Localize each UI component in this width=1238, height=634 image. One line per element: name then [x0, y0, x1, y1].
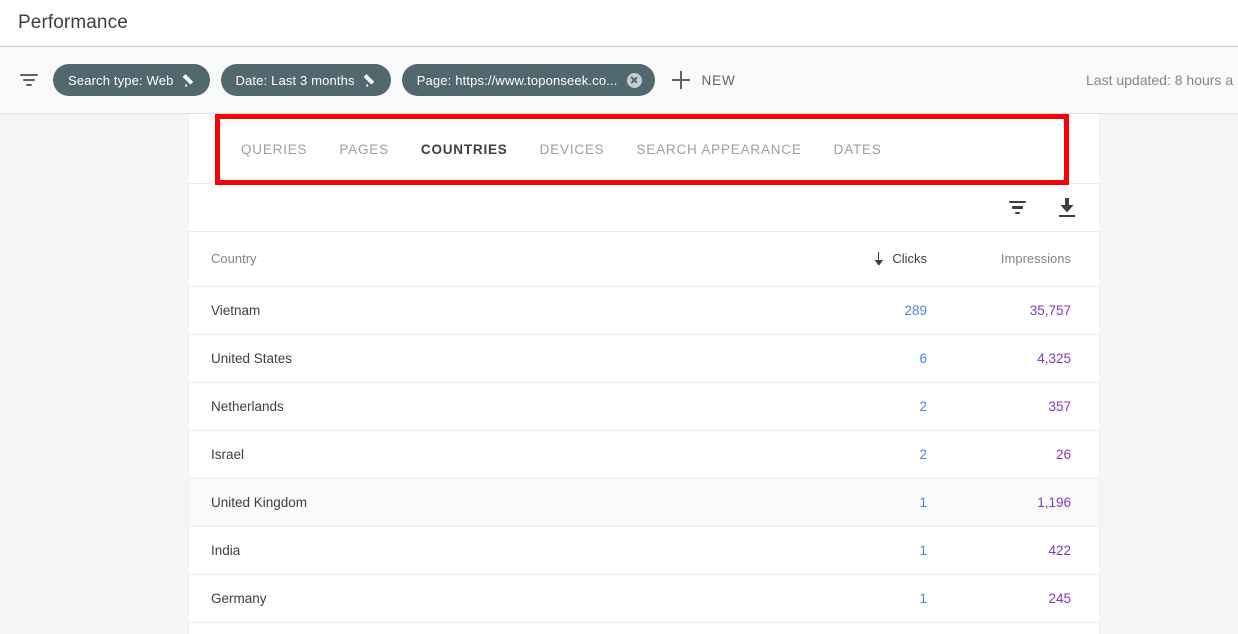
cell-country: Netherlands — [189, 382, 809, 431]
column-header-clicks-label: Clicks — [892, 251, 927, 267]
tab-search-appearance[interactable]: SEARCH APPEARANCE — [621, 114, 818, 184]
cell-impressions: 35,757 — [949, 286, 1099, 335]
cell-clicks: 2 — [809, 382, 949, 431]
table-row[interactable]: Germany 1 245 — [189, 574, 1099, 623]
tab-label: DATES — [833, 141, 882, 157]
sort-descending-arrow-icon — [872, 252, 885, 266]
pencil-icon[interactable] — [364, 73, 378, 87]
countries-table: Country Clicks Impressions Vietnam 289 35,… — [189, 232, 1099, 623]
tab-label: QUERIES — [241, 141, 308, 157]
table-header-row: Country Clicks Impressions — [189, 232, 1099, 287]
filter-icon[interactable] — [1007, 198, 1027, 218]
filter-chip-date[interactable]: Date: Last 3 months — [220, 64, 391, 96]
cell-impressions: 245 — [949, 574, 1099, 623]
table-toolbar — [189, 184, 1099, 232]
table-head: Country Clicks Impressions — [189, 232, 1099, 287]
cell-clicks: 289 — [809, 286, 949, 335]
column-header-impressions[interactable]: Impressions — [949, 232, 1099, 287]
add-new-filter-button[interactable]: NEW — [671, 64, 736, 96]
add-new-filter-label: NEW — [701, 72, 736, 88]
tab-label: PAGES — [339, 141, 389, 157]
close-icon[interactable] — [626, 72, 642, 88]
cell-clicks: 6 — [809, 334, 949, 383]
tab-countries[interactable]: COUNTRIES — [404, 114, 524, 184]
tab-label: SEARCH APPEARANCE — [636, 141, 802, 157]
tab-queries[interactable]: QUERIES — [225, 114, 323, 184]
tab-label: COUNTRIES — [420, 141, 508, 157]
cell-clicks: 1 — [809, 478, 949, 527]
filter-chip-label: Date: Last 3 months — [235, 72, 355, 88]
filter-chips: Search type: Web Date: Last 3 months Pag… — [53, 64, 655, 96]
cell-impressions: 422 — [949, 526, 1099, 575]
column-header-impressions-label: Impressions — [1000, 251, 1071, 267]
cell-country: United States — [189, 334, 809, 383]
table-row[interactable]: United States 6 4,325 — [189, 334, 1099, 383]
cell-impressions: 1,196 — [949, 478, 1099, 527]
last-updated-text: Last updated: 8 hours a — [1086, 72, 1234, 88]
plus-icon — [671, 71, 690, 89]
tab-pages[interactable]: PAGES — [323, 114, 405, 184]
table-row[interactable]: United Kingdom 1 1,196 — [189, 478, 1099, 527]
cell-impressions: 26 — [949, 430, 1099, 479]
filter-chip-label: Search type: Web — [68, 72, 174, 88]
table-row[interactable]: Vietnam 289 35,757 — [189, 286, 1099, 335]
filter-chip-search-type[interactable]: Search type: Web — [53, 64, 210, 96]
column-header-clicks[interactable]: Clicks — [809, 232, 949, 287]
filter-chip-page[interactable]: Page: https://www.toponseek.co... — [401, 64, 655, 96]
download-icon[interactable] — [1057, 197, 1077, 218]
cell-clicks: 2 — [809, 430, 949, 479]
tab-dates[interactable]: DATES — [818, 114, 898, 184]
filter-chip-label: Page: https://www.toponseek.co... — [416, 72, 618, 88]
title-bar: Performance — [0, 0, 1238, 46]
table-row[interactable]: India 1 422 — [189, 526, 1099, 575]
cell-country: Israel — [189, 430, 809, 479]
filter-bar: Search type: Web Date: Last 3 months Pag… — [0, 47, 1238, 114]
cell-country: India — [189, 526, 809, 575]
tab-label: DEVICES — [539, 141, 605, 157]
cell-impressions: 4,325 — [949, 334, 1099, 383]
cell-country: Germany — [189, 574, 809, 623]
page-title: Performance — [18, 12, 128, 33]
table-body: Vietnam 289 35,757 United States 6 4,325 Nethe… — [189, 286, 1099, 623]
cell-impressions: 357 — [949, 382, 1099, 431]
performance-card: QUERIES PAGES COUNTRIES DEVICES SEARCH A… — [188, 114, 1100, 634]
table-row[interactable]: Netherlands 2 357 — [189, 382, 1099, 431]
column-header-country[interactable]: Country — [189, 232, 809, 287]
table-row[interactable]: Israel 2 26 — [189, 430, 1099, 479]
cell-clicks: 1 — [809, 574, 949, 623]
tune-icon[interactable] — [18, 69, 40, 91]
cell-country: United Kingdom — [189, 478, 809, 527]
cell-country: Vietnam — [189, 286, 809, 335]
column-header-country-label: Country — [211, 251, 257, 267]
cell-clicks: 1 — [809, 526, 949, 575]
tab-devices[interactable]: DEVICES — [524, 114, 621, 184]
pencil-icon[interactable] — [183, 73, 197, 87]
dimension-tabs: QUERIES PAGES COUNTRIES DEVICES SEARCH A… — [189, 114, 1099, 184]
